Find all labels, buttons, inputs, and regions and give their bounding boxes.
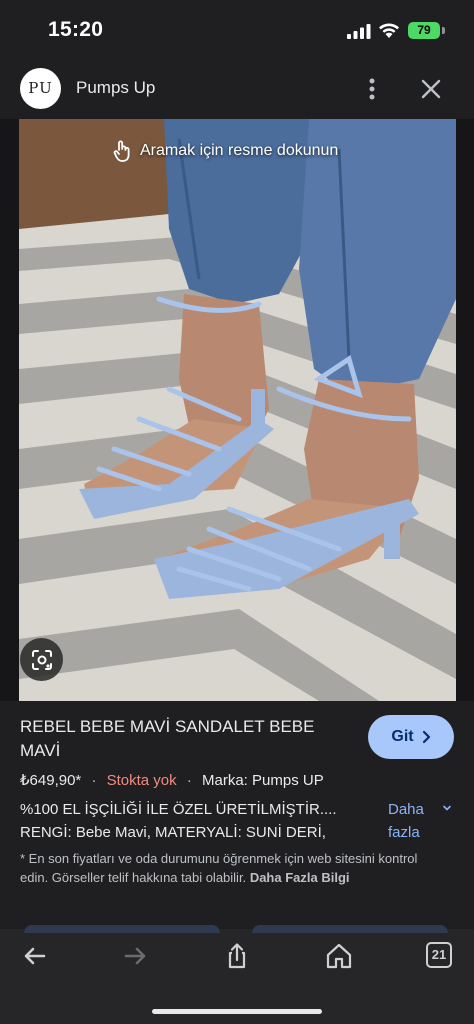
disclaimer-note: * En son fiyatları ve oda durumunu öğren… [20, 849, 420, 887]
more-options-icon[interactable] [360, 75, 384, 103]
lens-icon [31, 649, 52, 670]
status-bar: 15:20 79 [0, 0, 474, 62]
signal-icon [347, 24, 371, 39]
forward-arrow-icon[interactable] [120, 941, 150, 971]
card-peek-left [24, 925, 220, 933]
description-line-2: RENGİ: Bebe Mavi, MATERYALİ: SUNİ DERİ, [20, 824, 326, 841]
disclaimer-text: * En son fiyatları ve oda durumunu öğren… [20, 851, 418, 885]
chevron-right-icon [422, 730, 430, 744]
wifi-icon [379, 23, 399, 38]
product-price: ₺649,90* [20, 772, 82, 789]
chevron-down-icon[interactable] [441, 802, 453, 814]
product-brand: Marka: Pumps UP [202, 772, 324, 789]
tap-to-search-hint[interactable]: Aramak için resme dokunun [112, 140, 338, 162]
learn-more-link[interactable]: Daha Fazla Bilgi [250, 870, 350, 885]
sandal-photo[interactable] [19, 119, 456, 701]
product-image[interactable]: Aramak için resme dokunun [0, 119, 474, 701]
home-indicator [152, 1009, 322, 1014]
tab-switcher-button[interactable]: 21 [426, 942, 452, 968]
site-logo[interactable]: PU [20, 68, 61, 109]
site-name[interactable]: Pumps Up [76, 78, 155, 98]
product-description: %100 EL İŞÇİLİĞİ İLE ÖZEL ÜRETİLMİŞTİR..… [20, 798, 382, 844]
tap-hand-icon [113, 140, 130, 162]
meta-separator: · [91, 772, 97, 789]
product-title[interactable]: REBEL BEBE MAVİ SANDALET BEBE MAVİ [20, 715, 350, 763]
product-meta: ₺649,90* · Stokta yok · Marka: Pumps UP [20, 771, 324, 789]
home-icon[interactable] [324, 941, 354, 971]
status-time: 15:20 [48, 18, 104, 41]
meta-separator: · [186, 772, 192, 789]
battery-cap [442, 27, 445, 34]
share-icon[interactable] [222, 941, 252, 971]
site-header: PU Pumps Up [0, 62, 474, 118]
back-arrow-icon[interactable] [20, 941, 50, 971]
more-link[interactable]: Daha fazla [388, 798, 438, 844]
go-button[interactable]: Git [368, 715, 454, 759]
go-button-label: Git [391, 728, 414, 745]
card-peek-right [252, 925, 448, 933]
product-info: REBEL BEBE MAVİ SANDALET BEBE MAVİ Git ₺… [0, 701, 474, 929]
close-icon[interactable] [418, 76, 444, 102]
lens-search-button[interactable] [20, 638, 63, 681]
more-link-label: Daha fazla [388, 801, 424, 841]
tap-hint-text: Aramak için resme dokunun [140, 142, 339, 159]
battery-indicator: 79 [408, 22, 440, 39]
bottom-toolbar: 21 [0, 925, 474, 1024]
stock-status: Stokta yok [106, 772, 177, 789]
description-line-1: %100 EL İŞÇİLİĞİ İLE ÖZEL ÜRETİLMİŞTİR..… [20, 801, 337, 818]
